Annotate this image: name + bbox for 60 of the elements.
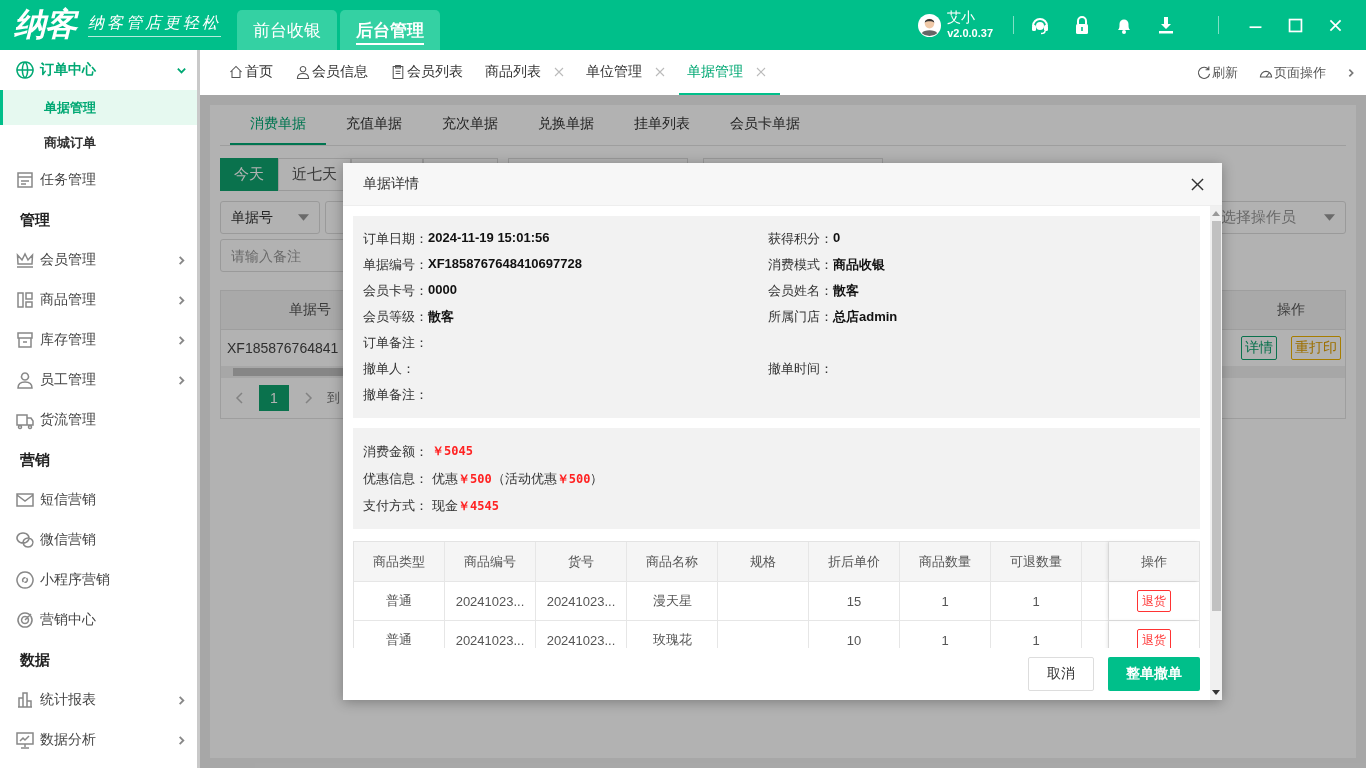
field-value: 2024-11-19 15:01:56 xyxy=(428,230,550,247)
column-header: 操作 xyxy=(1276,301,1306,319)
field-value: 0000 xyxy=(428,282,457,299)
table-cell: 20241023... xyxy=(445,582,536,620)
field-label: 撤单备注： xyxy=(363,386,428,404)
section-heading: 营销 xyxy=(19,450,51,470)
version-label: v2.0.0.37 xyxy=(947,26,993,41)
slogan: 纳客管店更轻松 xyxy=(88,13,221,37)
column-header: 规格 xyxy=(718,542,809,581)
field-value: 优惠￥500（活动优惠￥500） xyxy=(432,469,604,488)
field-label: 支付方式： xyxy=(363,496,428,515)
field-value: 总店admin xyxy=(833,308,898,326)
table-cell: 普通 xyxy=(354,621,445,648)
column-header: 商品名称 xyxy=(627,542,718,581)
table-cell: 漫天星 xyxy=(627,582,718,620)
column-header: 商品编号 xyxy=(445,542,536,581)
field-label: 撤单时间： xyxy=(768,360,833,378)
field-label: 所属门店： xyxy=(768,308,833,326)
goto-label: 到 xyxy=(327,389,340,407)
column-header: 折后单价 xyxy=(809,542,900,581)
column-header: 操作 xyxy=(1109,542,1199,581)
field-label: 获得积分： xyxy=(768,230,833,248)
section-heading: 管理 xyxy=(19,210,51,230)
field-value: XF1858767648410697728 xyxy=(428,256,582,273)
field-value: 商品收银 xyxy=(833,256,885,274)
table-cell: 1 xyxy=(991,621,1082,648)
table-cell: XF185876764841 xyxy=(227,340,339,356)
field-label: 会员等级： xyxy=(363,308,428,326)
table-cell: 20241023... xyxy=(536,582,627,620)
column-header: 货号 xyxy=(536,542,627,581)
table-cell: 普通 xyxy=(354,582,445,620)
field-label: 撤单人： xyxy=(363,360,415,378)
table-cell: 1 xyxy=(900,621,991,648)
field-value: ￥5045 xyxy=(432,443,473,460)
table-cell: 1 xyxy=(900,582,991,620)
table-cell: 10 xyxy=(809,621,900,648)
field-label: 订单备注： xyxy=(363,334,428,352)
field-label: 会员卡号： xyxy=(363,282,428,300)
field-label: 会员姓名： xyxy=(768,282,833,300)
section-heading: 数据 xyxy=(19,650,51,670)
column-header: 商品类型 xyxy=(354,542,445,581)
table-cell: 20241023... xyxy=(536,621,627,648)
field-label: 消费金额： xyxy=(363,442,428,461)
table-cell: 20241023... xyxy=(445,621,536,648)
field-value: 散客 xyxy=(833,282,859,300)
table-cell: 玫瑰花 xyxy=(627,621,718,648)
field-label: 单据编号： xyxy=(363,256,428,274)
field-value: 现金￥4545 xyxy=(432,496,499,515)
column-header: 可退数量 xyxy=(991,542,1082,581)
field-value: 0 xyxy=(833,230,841,247)
table-cell: 15 xyxy=(809,582,900,620)
field-label: 优惠信息： xyxy=(363,469,428,488)
user-name: 艾小 xyxy=(947,9,977,25)
field-value: 散客 xyxy=(428,308,454,326)
field-label: 订单日期： xyxy=(363,230,428,248)
dialog-title: 单据详情 xyxy=(363,175,420,193)
field-label: 消费模式： xyxy=(768,256,833,274)
column-header: 单据号 xyxy=(289,301,331,319)
column-header: 商品数量 xyxy=(900,542,991,581)
table-cell: 1 xyxy=(991,582,1082,620)
